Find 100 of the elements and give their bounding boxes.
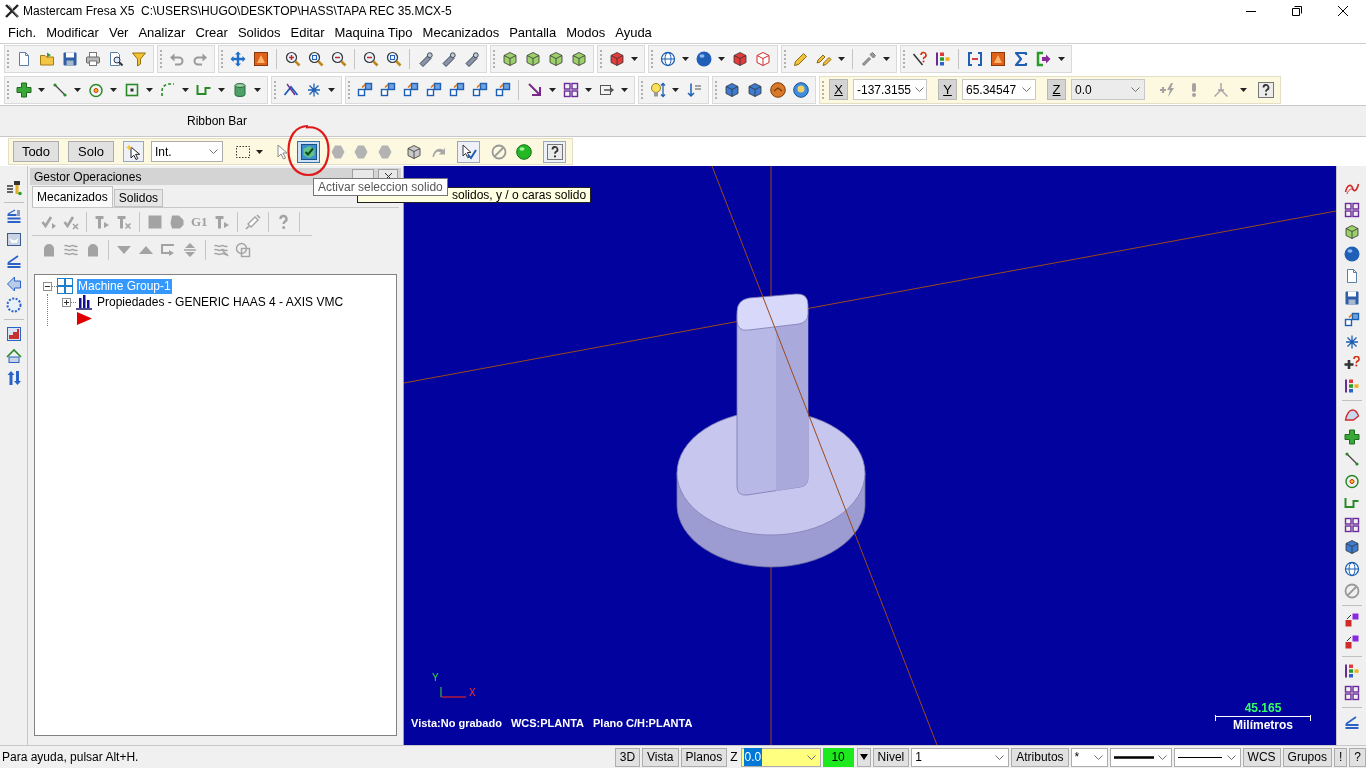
stack-icon[interactable] [5,209,22,225]
restore-icon[interactable] [1292,6,1302,16]
line-question-icon[interactable] [911,51,928,67]
help-icon[interactable] [1258,81,1274,98]
sphere-icon[interactable] [516,143,532,160]
chevron-icon[interactable] [995,754,1005,760]
status-button[interactable]: ! [1333,747,1348,767]
sphere-icon[interactable] [1343,246,1360,262]
plus-icon[interactable] [1343,429,1360,445]
status-button[interactable]: Nivel [872,747,910,767]
line-icon[interactable] [51,81,68,98]
trim-icon[interactable] [282,81,299,98]
asterisk-point-icon[interactable] [305,81,322,98]
axis-button[interactable]: X [829,79,848,100]
lines-icon[interactable] [5,253,22,269]
capsule-icon[interactable] [463,51,480,67]
caret-icon[interactable] [1058,57,1065,61]
minimize-icon[interactable] [1246,10,1256,12]
dashed-rectangle-icon[interactable] [235,143,251,160]
cylinder-icon[interactable] [231,81,248,98]
squares-arrow-icon[interactable] [448,81,465,98]
menu-item[interactable]: Solidos [232,22,286,43]
line-combo[interactable] [1173,747,1241,767]
tile-icon[interactable] [252,51,269,67]
zoom-out-icon[interactable] [330,51,347,67]
menu-item[interactable]: Analizar [133,22,191,43]
caret-icon[interactable] [585,87,592,92]
circle-icon[interactable] [87,81,104,98]
cube-icon[interactable] [1343,539,1360,555]
caret-icon[interactable] [182,87,189,92]
color-field[interactable]: 10 [822,747,854,767]
status-button[interactable]: 3D [614,747,641,767]
chevron-icon[interactable] [1093,754,1103,760]
lines-icon[interactable] [1343,714,1360,730]
grid-icon[interactable] [1343,685,1360,701]
up-down-arrows-icon[interactable] [5,370,22,386]
blocks-icon[interactable] [1343,663,1360,679]
combo-box[interactable]: 0.0 [740,747,821,767]
redo-icon[interactable] [191,51,208,67]
menu-item[interactable]: Modos [561,22,611,43]
bracket-arrow-icon[interactable] [966,51,983,67]
toggle-button[interactable] [123,141,144,162]
line-icon[interactable] [1343,451,1360,467]
cube-icon[interactable] [608,51,625,67]
wrench-icon[interactable] [860,51,877,67]
undo-icon[interactable] [168,51,185,67]
surface-icon[interactable] [1343,407,1360,423]
squares-icon[interactable] [1343,612,1360,628]
dropdown-button[interactable] [856,747,871,767]
four-arrows-icon[interactable] [229,51,246,67]
chevron-icon[interactable] [1226,754,1236,760]
pencil-icon[interactable] [792,51,809,67]
corner-arrow-icon[interactable] [526,81,543,98]
menu-item[interactable]: Modificar [41,22,104,43]
status-button[interactable]: ? [1349,747,1366,767]
blocks-icon[interactable] [934,51,951,67]
circle-icon[interactable] [1343,473,1360,489]
caret-icon[interactable] [328,87,335,92]
bulb-icon[interactable] [649,81,666,98]
cube-icon[interactable] [524,51,541,67]
caret-icon[interactable] [38,87,45,92]
toggle-button[interactable] [543,140,566,163]
caret-icon[interactable] [549,87,556,92]
squares-arrow-icon[interactable] [494,81,511,98]
menu-item[interactable]: Ver [103,22,134,43]
square-point-icon[interactable] [123,81,140,98]
toggle-button[interactable] [457,140,480,163]
cube-icon[interactable] [1343,224,1360,240]
magnifier-icon[interactable] [385,51,402,67]
caret-icon[interactable] [838,57,845,61]
close-icon[interactable] [1338,6,1348,16]
expand-icon[interactable] [62,297,71,307]
tree-item[interactable]: Propiedades - GENERIC HAAS 4 - AXIS VMC [96,294,345,310]
grid-icon[interactable] [562,81,579,98]
funnel-icon[interactable] [130,51,147,67]
menu-item[interactable]: Maquina Tipo [329,22,418,43]
squares-arrow-icon[interactable] [356,81,373,98]
coordinate-field[interactable]: 65.34547 [962,79,1036,100]
chevron-icon[interactable] [1157,754,1167,760]
chevron-icon[interactable] [806,754,816,760]
menu-item[interactable]: Fich. [3,22,42,43]
squares-arrow-icon[interactable] [1343,312,1360,328]
menu-item[interactable]: Crear [190,22,233,43]
polyline-icon[interactable] [1343,495,1360,511]
step-chart-icon[interactable] [5,326,22,342]
menu-item[interactable]: Editar [285,22,330,43]
status-button[interactable]: Planos [680,747,728,767]
zoom-in-icon[interactable] [284,51,301,67]
sphere-icon[interactable] [695,51,712,67]
caret-icon[interactable] [682,57,689,61]
caret-icon[interactable] [218,87,225,92]
axis-button[interactable]: Y [938,79,957,100]
status-button[interactable]: WCS [1242,747,1281,767]
caret-icon[interactable] [110,87,117,92]
status-button[interactable]: Atributos [1011,747,1069,767]
blocks-icon[interactable] [1343,378,1360,394]
combo-box[interactable]: 1 [911,747,1010,767]
tile-icon[interactable] [989,51,1006,67]
squares-icon[interactable] [1343,634,1360,650]
caret-icon[interactable] [254,87,261,92]
